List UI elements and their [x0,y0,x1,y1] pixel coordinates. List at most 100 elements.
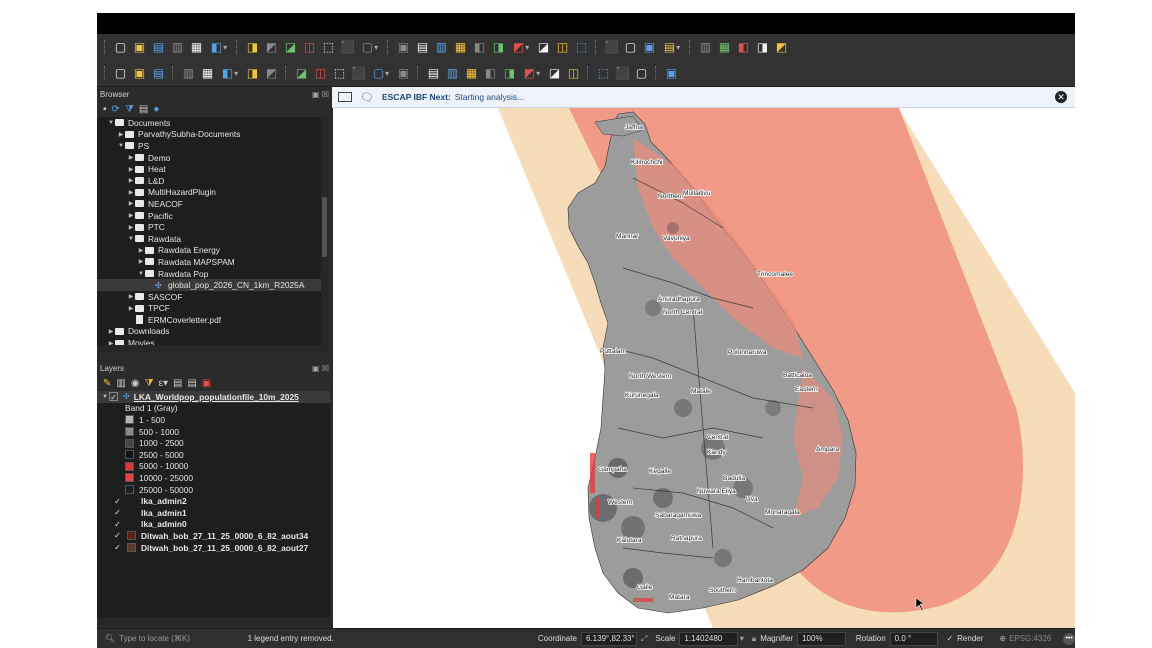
scale-field[interactable]: 1:1402480 [679,631,738,646]
new-layer-icon[interactable]: ▣ [131,65,148,82]
layer-row-main[interactable]: ▼ ✓ ✣ LKA_Worldpop_populationfile_10m_20… [97,391,330,403]
filter-icon[interactable]: ⧩ [125,104,134,115]
browser-item[interactable]: ▶ Downloads [97,326,321,338]
zoom-out-icon[interactable]: ◫ [301,39,318,56]
scale-dropdown-icon[interactable]: ▾ [740,634,744,643]
diagram-icon[interactable]: ◫ [565,65,582,82]
browser-item[interactable]: ▶ Pacific [97,210,321,222]
close-icon[interactable]: ✕ [1055,91,1067,103]
redo-icon[interactable]: ▣ [395,65,412,82]
browser-item[interactable]: ▶ PTC [97,221,321,233]
browser-item[interactable]: ▶ Rawdata Energy [97,245,321,257]
layer-row[interactable]: ✓ Ditwah_bob_27_11_25_0000_6_82_aout27 [97,542,330,554]
cut-icon[interactable]: ◫ [312,65,329,82]
layer-row[interactable]: ✓ Ditwah_bob_27_11_25_0000_6_82_aout34 [97,530,330,542]
style-manager-icon[interactable]: ◧ [207,39,231,56]
new-project-icon[interactable]: ▢ [112,39,129,56]
save-project-icon[interactable]: ▤ [150,39,167,56]
save-edits-icon[interactable]: ▦ [199,65,216,82]
add-point-icon[interactable]: ◧ [218,65,242,82]
field-calculator-icon[interactable]: ▦ [716,39,733,56]
browser-item[interactable]: ▶ Demo [97,152,321,164]
layer-checkbox[interactable]: ✓ [113,531,122,540]
collapsed-arrow-icon[interactable]: ▶ [127,154,135,161]
toolbar-grip[interactable] [285,66,288,80]
map-tips-icon[interactable]: ◨ [754,39,771,56]
zoom-in-icon[interactable]: ◪ [282,39,299,56]
new-map-view-icon[interactable]: ▥ [433,39,450,56]
rotation-field[interactable]: 0.0 ° [889,631,939,646]
show-bookmarks-icon[interactable]: ◨ [490,39,507,56]
coordinate-field[interactable]: 6.139°,82.33° [581,631,637,646]
layer-row[interactable]: ✓ lka_admin1 [97,507,330,519]
remove-layer-icon[interactable]: ▣ [202,378,211,389]
browser-item[interactable]: ▶ L&D [97,175,321,187]
add-group-icon[interactable]: ▥ [116,378,125,389]
toolbar-grip[interactable] [172,66,175,80]
temporal-icon[interactable]: ◩ [509,39,533,56]
collapsed-arrow-icon[interactable]: ▶ [127,166,135,173]
show-hide-labels-icon[interactable]: ▦ [463,65,480,82]
messages-icon[interactable]: ••• [1063,632,1075,645]
delete-icon[interactable]: ◪ [293,65,310,82]
open-project-icon[interactable]: ▣ [131,39,148,56]
collapsed-arrow-icon[interactable]: ▶ [127,200,135,207]
browser-scrollbar[interactable] [321,117,328,345]
deselect-icon[interactable]: ⬛ [603,39,620,56]
toolbar-grip[interactable] [104,66,107,80]
layers-hscrollbar[interactable] [97,617,330,625]
change-label-icon[interactable]: ◩ [520,65,544,82]
vertex-tool-icon[interactable]: ◨ [244,65,261,82]
zoom-last-icon[interactable]: ▣ [395,39,412,56]
browser-item[interactable]: ▶ SASCOF [97,291,321,303]
panel-float-close-icon[interactable]: ▣ ☒ [312,364,329,373]
copy-icon[interactable]: ⬚ [331,65,348,82]
toolbar-grip[interactable] [387,40,390,54]
sum-icon[interactable]: ▥ [697,39,714,56]
browser-item[interactable]: ERMCoverletter.pdf [97,314,321,326]
undo-icon[interactable]: ▢ [369,65,393,82]
browser-item[interactable]: ▼ PS [97,140,321,152]
measure-line-icon[interactable]: ◧ [735,39,752,56]
collapsed-arrow-icon[interactable]: ▶ [127,177,135,184]
collapsed-arrow-icon[interactable]: ▶ [117,131,125,138]
visibility-icon[interactable]: ◉ [131,378,140,389]
select-features-icon[interactable]: ⬚ [573,39,590,56]
locator-input[interactable]: Type to locate (⌘K) [119,634,233,643]
map-svg[interactable]: Jaffna Kilinochchi Northern Mullaitivu Manna… [333,108,1075,628]
collapsed-arrow-icon[interactable]: ▶ [127,305,135,312]
browser-item[interactable]: ▶ Rawdata MAPSPAM [97,256,321,268]
bookmarks-icon[interactable]: ◧ [471,39,488,56]
crs-label[interactable]: EPSG:4326 [1009,634,1051,643]
save-as-icon[interactable]: ▥ [169,39,186,56]
collapsed-arrow-icon[interactable]: ▶ [107,328,115,335]
zoom-layer-icon[interactable]: ⬛ [339,39,356,56]
browser-item[interactable]: ▶ NEACOF [97,198,321,210]
collapsed-arrow-icon[interactable]: ▶ [127,212,135,219]
toolbar-grip[interactable] [587,66,590,80]
zoom-next-icon[interactable]: ▤ [414,39,431,56]
collapsed-arrow-icon[interactable]: ▶ [127,224,135,231]
layer-checkbox[interactable]: ✓ [113,497,122,506]
expanded-arrow-icon[interactable]: ▼ [127,236,135,242]
paste-icon[interactable]: ⬛ [350,65,367,82]
zoom-selection-icon[interactable]: ▢ [358,39,382,56]
identify-icon[interactable]: ▢ [622,39,639,56]
pan-to-selection-icon[interactable]: ◩ [263,39,280,56]
layer-checkbox[interactable]: ✓ [113,543,122,552]
label-icon[interactable]: ▤ [425,65,442,82]
browser-item[interactable]: ▶ TPCF [97,303,321,315]
attribute-table-icon[interactable]: ◫ [554,39,571,56]
browser-item[interactable]: ▼ Documents [97,117,321,129]
toolbar-grip[interactable] [655,66,658,80]
add-selected-layers-icon[interactable]: ▪ [103,104,107,115]
collapse-all-icon[interactable]: ▤ [139,104,148,115]
edit-icon[interactable]: ▥ [180,65,197,82]
collapsed-arrow-icon[interactable]: ▶ [137,247,145,254]
layer-row[interactable]: ✓ lka_admin2 [97,495,330,507]
layers-tree[interactable]: ▼ ✓ ✣ LKA_Worldpop_populationfile_10m_20… [97,391,330,617]
map-canvas[interactable]: Jaffna Kilinochchi Northern Mullaitivu Manna… [333,108,1075,628]
filter-legend-icon[interactable]: ⧩ [145,378,154,389]
browser-item[interactable]: ▶ Movies [97,337,321,345]
browser-tree[interactable]: ▼ Documents ▶ ParvathySubha-Documents ▼ PS ▶ De… [97,117,321,345]
